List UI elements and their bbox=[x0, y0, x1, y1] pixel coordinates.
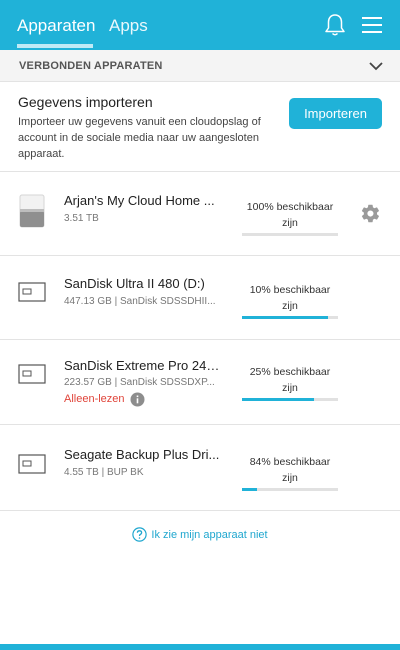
availability-line-1: 84% beschikbaar bbox=[249, 456, 331, 468]
import-description: Importeer uw gegevens vanuit een cloudop… bbox=[18, 116, 261, 160]
read-only-label: Alleen-lezen bbox=[64, 393, 125, 405]
device-row[interactable]: Arjan's My Cloud Home ... 3.51 TB 100% b… bbox=[0, 172, 400, 256]
storage-bar-fill bbox=[242, 488, 258, 491]
drive-icon bbox=[18, 454, 46, 474]
bottom-accent-bar bbox=[0, 644, 400, 650]
section-title: VERBONDEN APPARATEN bbox=[19, 60, 163, 72]
availability-line-1: 100% beschikbaar bbox=[246, 201, 334, 213]
chevron-down-icon[interactable] bbox=[369, 60, 383, 72]
device-details: 223.57 GB | SanDisk SDSSDXP... bbox=[64, 377, 215, 388]
device-availability: 10% beschikbaar zijn bbox=[241, 282, 339, 314]
help-link-label: Ik zie mijn apparaat niet bbox=[151, 529, 268, 541]
import-title: Gegevens importeren bbox=[18, 94, 153, 110]
storage-bar bbox=[242, 398, 338, 401]
availability-line-2: zijn bbox=[282, 472, 298, 484]
device-name: SanDisk Extreme Pro 240... bbox=[64, 358, 224, 373]
availability-line-2: zijn bbox=[282, 217, 298, 229]
tab-apps[interactable]: Apps bbox=[109, 15, 148, 37]
question-mark-icon bbox=[132, 527, 148, 542]
my-cloud-home-icon bbox=[19, 194, 45, 228]
device-details: 4.55 TB | BUP BK bbox=[64, 467, 144, 478]
storage-bar bbox=[242, 233, 338, 236]
connected-devices-header[interactable]: VERBONDEN APPARATEN bbox=[0, 50, 400, 82]
drive-icon bbox=[18, 364, 46, 384]
storage-bar bbox=[242, 316, 338, 319]
storage-bar-fill bbox=[242, 316, 329, 319]
info-icon[interactable] bbox=[130, 392, 145, 407]
tab-devices[interactable]: Apparaten bbox=[17, 15, 95, 37]
device-name: SanDisk Ultra II 480 (D:) bbox=[64, 276, 205, 291]
top-bar: Apparaten Apps bbox=[0, 0, 400, 50]
hamburger-menu-icon[interactable] bbox=[362, 16, 382, 34]
availability-line-2: zijn bbox=[282, 300, 298, 312]
availability-line-1: 25% beschikbaar bbox=[249, 366, 331, 378]
device-row[interactable]: Seagate Backup Plus Dri... 4.55 TB | BUP… bbox=[0, 426, 400, 511]
device-row[interactable]: SanDisk Extreme Pro 240... 223.57 GB | S… bbox=[0, 341, 400, 425]
device-availability: 25% beschikbaar zijn bbox=[241, 364, 339, 396]
device-name: Arjan's My Cloud Home ... bbox=[64, 193, 215, 208]
gear-icon[interactable] bbox=[360, 203, 381, 224]
drive-icon bbox=[18, 282, 46, 302]
device-not-found-link[interactable]: Ik zie mijn apparaat niet bbox=[0, 527, 400, 542]
device-availability: 100% beschikbaar zijn bbox=[241, 199, 339, 231]
import-panel: Gegevens importeren Importeer uw gegeven… bbox=[0, 82, 400, 172]
device-details: 3.51 TB bbox=[64, 213, 99, 224]
availability-line-1: 10% beschikbaar bbox=[249, 284, 331, 296]
storage-bar-fill bbox=[242, 398, 314, 401]
device-name: Seagate Backup Plus Dri... bbox=[64, 447, 220, 462]
device-availability: 84% beschikbaar zijn bbox=[241, 454, 339, 486]
bell-icon[interactable] bbox=[324, 13, 346, 37]
storage-bar bbox=[242, 488, 338, 491]
import-button[interactable]: Importeren bbox=[289, 98, 382, 129]
active-tab-indicator bbox=[17, 44, 93, 48]
device-row[interactable]: SanDisk Ultra II 480 (D:) 447.13 GB | Sa… bbox=[0, 256, 400, 340]
availability-line-2: zijn bbox=[282, 382, 298, 394]
device-details: 447.13 GB | SanDisk SDSSDHII... bbox=[64, 296, 216, 307]
